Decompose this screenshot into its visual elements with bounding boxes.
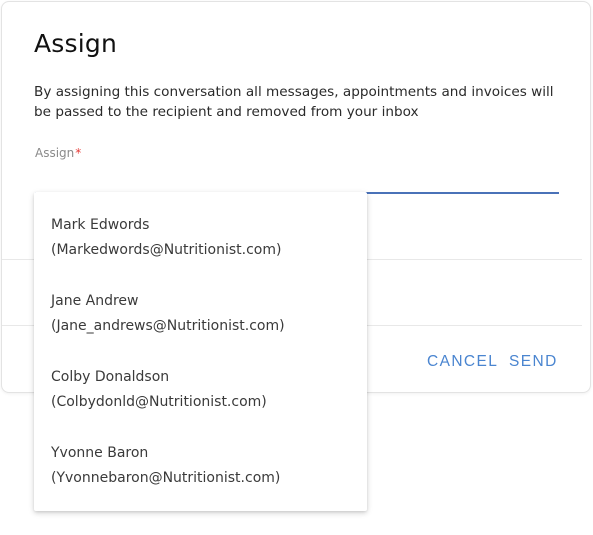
assign-field-label-text: Assign: [35, 146, 75, 160]
assign-field-label: Assign*: [35, 146, 81, 160]
assignee-dropdown: Mark Edwords (Markedwords@Nutritionist.c…: [34, 192, 367, 511]
assignee-name: Mark Edwords: [51, 217, 150, 233]
dialog-title: Assign: [34, 29, 118, 58]
assignee-option-mark-edwords[interactable]: Mark Edwords (Markedwords@Nutritionist.c…: [34, 192, 367, 268]
assignee-name: Yvonne Baron: [51, 445, 149, 461]
required-asterisk: *: [75, 146, 82, 160]
assignee-name: Colby Donaldson: [51, 369, 170, 385]
cancel-button[interactable]: CANCEL: [427, 353, 498, 371]
assignee-option-jane-andrew[interactable]: Jane Andrew (Jane_andrews@Nutritionist.c…: [34, 268, 367, 344]
assignee-option-yvonne-baron[interactable]: Yvonne Baron (Yvonnebaron@Nutritionist.c…: [34, 420, 367, 496]
send-button[interactable]: SEND: [509, 353, 558, 371]
assign-input[interactable]: [35, 166, 559, 194]
assignee-email: (Yvonnebaron@Nutritionist.com): [51, 470, 281, 486]
dialog-description: By assigning this conversation all messa…: [34, 84, 554, 120]
assignee-email: (Markedwords@Nutritionist.com): [51, 242, 282, 258]
assignee-email: (Jane_andrews@Nutritionist.com): [51, 318, 285, 334]
assignee-option-colby-donaldson[interactable]: Colby Donaldson (Colbydonld@Nutritionist…: [34, 344, 367, 420]
assignee-name: Jane Andrew: [51, 293, 139, 309]
assignee-email: (Colbydonld@Nutritionist.com): [51, 394, 267, 410]
